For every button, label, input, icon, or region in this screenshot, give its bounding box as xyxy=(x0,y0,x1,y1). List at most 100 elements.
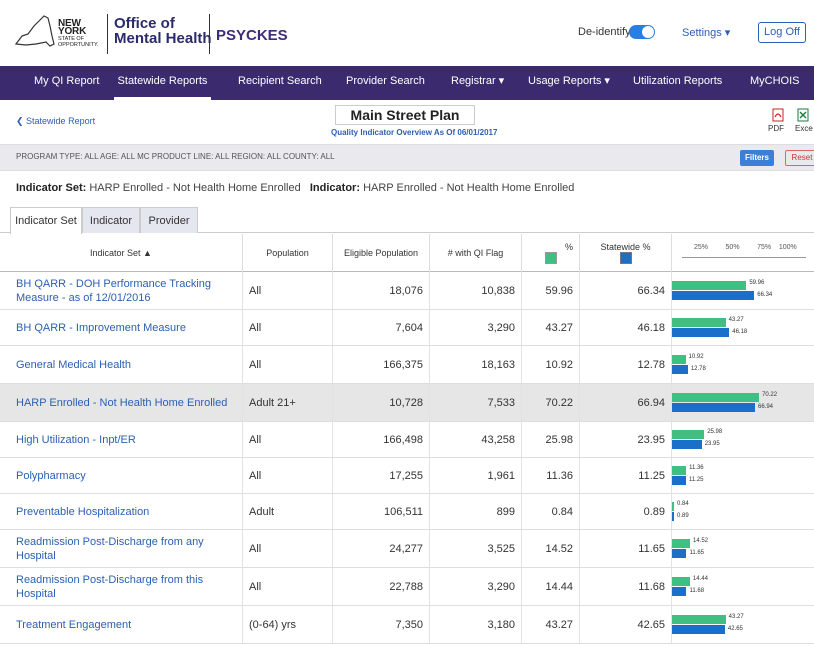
indicator-set-link[interactable]: Preventable Hospitalization xyxy=(0,494,243,529)
nav-recipient-search[interactable]: Recipient Search xyxy=(238,66,322,100)
comparison-bars: 59.96 66.34 xyxy=(672,272,814,309)
table-row[interactable]: BH QARR - Improvement Measure All 7,604 3,2… xyxy=(0,310,814,346)
axis-50: 50% xyxy=(725,244,740,251)
nav-provider-search[interactable]: Provider Search xyxy=(346,66,425,100)
legend-blue-square xyxy=(619,252,632,264)
statewide-pct-cell: 11.68 xyxy=(580,568,672,605)
nav-mychois[interactable]: MyCHOIS xyxy=(750,66,800,100)
statewide-bar xyxy=(672,365,688,374)
excel-label[interactable]: Exce xyxy=(795,124,813,133)
statewide-bar-label: 66.94 xyxy=(758,404,774,410)
pct-bar-label: 70.22 xyxy=(762,392,778,398)
nav-registrar[interactable]: Registrar ▾ xyxy=(451,66,504,100)
indicator-set-link[interactable]: BH QARR - DOH Performance Tracking Measu… xyxy=(0,272,243,309)
table-row[interactable]: Preventable Hospitalization Adult 106,511 8… xyxy=(0,494,814,530)
statewide-bar-label: 11.25 xyxy=(688,477,704,483)
settings-menu[interactable]: Settings ▾ xyxy=(682,26,730,39)
nav-my-qi-report[interactable]: My QI Report xyxy=(34,66,99,100)
reset-button[interactable]: Reset xyxy=(785,150,814,166)
table-row[interactable]: HARP Enrolled - Not Health Home Enrolled… xyxy=(0,384,814,422)
pct-bar xyxy=(672,281,747,290)
table-row[interactable]: Readmission Post-Discharge from any Hosp… xyxy=(0,530,814,568)
bar-axis xyxy=(682,253,806,258)
comparison-bars: 0.84 0.89 xyxy=(672,494,814,529)
omh-line1: Office of xyxy=(114,15,175,32)
pct-bar xyxy=(672,318,726,327)
col-population[interactable]: Population xyxy=(243,234,333,272)
table-row[interactable]: Treatment Engagement (0-64) yrs 7,350 3,180… xyxy=(0,606,814,644)
comparison-bars: 43.27 46.18 xyxy=(672,310,814,345)
axis-75: 75% xyxy=(757,244,772,251)
qi-flag-cell: 899 xyxy=(430,494,522,529)
col-qi-flag[interactable]: # with QI Flag xyxy=(430,234,522,272)
omh-logo: Office of Mental Health xyxy=(114,16,212,46)
comparison-bars: 10.92 12.78 xyxy=(672,346,814,383)
indicator-set-link[interactable]: Readmission Post-Discharge from any Hosp… xyxy=(0,530,243,567)
statewide-bar xyxy=(672,512,674,521)
eligible-population-cell: 18,076 xyxy=(333,272,430,309)
deidentify-toggle[interactable] xyxy=(629,25,655,39)
pct-cell: 25.98 xyxy=(522,422,580,457)
statewide-bar xyxy=(672,440,702,449)
logo-divider xyxy=(107,14,108,54)
nav-usage-reports[interactable]: Usage Reports ▾ xyxy=(528,66,610,100)
nav-statewide-reports[interactable]: Statewide Reports xyxy=(114,66,211,100)
comparison-bars: 70.22 66.94 xyxy=(672,384,814,421)
indicator-set-link[interactable]: Readmission Post-Discharge from this Hos… xyxy=(0,568,243,605)
table-row[interactable]: General Medical Health All 166,375 18,163 10… xyxy=(0,346,814,384)
report-subtitle: Quality Indicator Overview As Of 06/01/2… xyxy=(331,128,498,137)
indicator-summary: Indicator Set: HARP Enrolled - Not Healt… xyxy=(16,182,574,194)
indicator-set-link[interactable]: Polypharmacy xyxy=(0,458,243,493)
nav-utilization-reports[interactable]: Utilization Reports xyxy=(633,66,722,100)
eligible-population-cell: 166,498 xyxy=(333,422,430,457)
pct-cell: 11.36 xyxy=(522,458,580,493)
back-to-statewide-link[interactable]: ❮ Statewide Report xyxy=(16,116,95,127)
table-row[interactable]: High Utilization - Inpt/ER All 166,498 43,2… xyxy=(0,422,814,458)
col-statewide[interactable]: Statewide % xyxy=(580,234,672,272)
bar-axis-labels: 25% 50% 75% 100% xyxy=(694,244,797,251)
ny-logo-sub2: OPPORTUNITY. xyxy=(58,42,99,48)
col-eligible-population[interactable]: Eligible Population xyxy=(333,234,430,272)
qi-flag-cell: 3,525 xyxy=(430,530,522,567)
statewide-bar xyxy=(672,328,730,337)
statewide-pct-cell: 42.65 xyxy=(580,606,672,643)
pdf-icon[interactable] xyxy=(771,108,785,125)
eligible-population-cell: 24,277 xyxy=(333,530,430,567)
tab-indicator-set[interactable]: Indicator Set xyxy=(10,207,82,234)
col-pct-label: % xyxy=(564,242,573,252)
ny-state-map-icon xyxy=(14,15,55,47)
tab-indicator[interactable]: Indicator xyxy=(82,207,140,233)
indicator-set-link[interactable]: BH QARR - Improvement Measure xyxy=(0,310,243,345)
pct-bar xyxy=(672,615,726,624)
statewide-bar xyxy=(672,625,725,634)
logoff-button[interactable]: Log Off xyxy=(758,22,806,43)
statewide-bar xyxy=(672,476,686,485)
table-row[interactable]: BH QARR - DOH Performance Tracking Measu… xyxy=(0,272,814,310)
indicator-set-link[interactable]: General Medical Health xyxy=(0,346,243,383)
population-cell: All xyxy=(243,310,333,345)
tab-provider[interactable]: Provider xyxy=(140,207,198,233)
eligible-population-cell: 10,728 xyxy=(333,384,430,421)
pdf-label[interactable]: PDF xyxy=(768,124,784,133)
population-cell: All xyxy=(243,422,333,457)
col-pct[interactable]: % xyxy=(522,234,580,272)
comparison-bars: 11.36 11.25 xyxy=(672,458,814,493)
population-cell: All xyxy=(243,530,333,567)
excel-icon[interactable] xyxy=(797,108,811,125)
logo-divider-2 xyxy=(209,14,210,54)
qi-flag-cell: 18,163 xyxy=(430,346,522,383)
pct-bar-label: 43.27 xyxy=(728,614,744,620)
statewide-pct-cell: 11.25 xyxy=(580,458,672,493)
report-title: Main Street Plan xyxy=(350,107,460,123)
table-row[interactable]: Readmission Post-Discharge from this Hos… xyxy=(0,568,814,606)
indicator-set-link[interactable]: HARP Enrolled - Not Health Home Enrolled xyxy=(0,384,243,421)
indicator-set-link[interactable]: Treatment Engagement xyxy=(0,606,243,643)
table-row[interactable]: Polypharmacy All 17,255 1,961 11.36 11.25 11.3… xyxy=(0,458,814,494)
pct-cell: 14.52 xyxy=(522,530,580,567)
pct-cell: 70.22 xyxy=(522,384,580,421)
qi-flag-cell: 3,180 xyxy=(430,606,522,643)
col-indicator-set[interactable]: Indicator Set ▲ xyxy=(0,234,243,272)
pct-bar-label: 59.96 xyxy=(749,280,765,286)
indicator-set-link[interactable]: High Utilization - Inpt/ER xyxy=(0,422,243,457)
filters-button[interactable]: Filters xyxy=(740,150,774,166)
